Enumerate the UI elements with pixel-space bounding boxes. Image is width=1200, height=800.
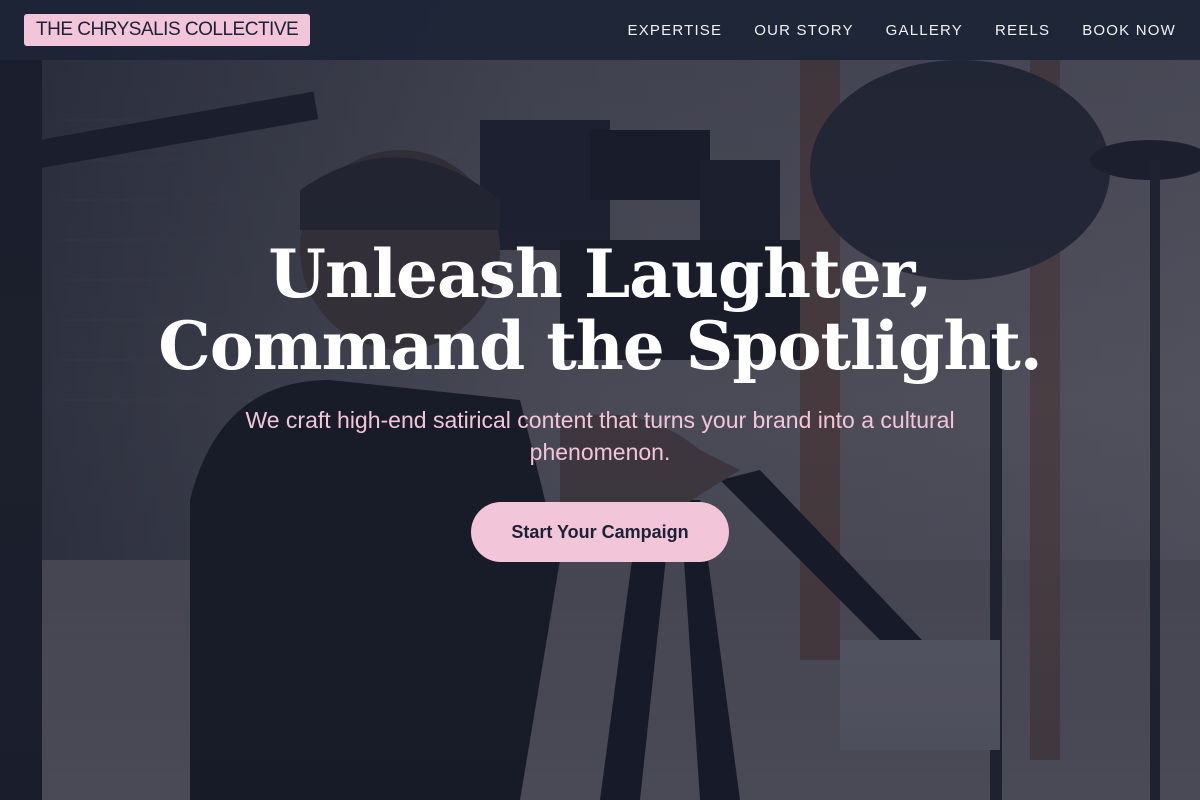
nav-link-reels[interactable]: REELS: [995, 22, 1050, 39]
hero-headline-line-1: Unleash Laughter,: [268, 235, 932, 313]
nav-link-our-story[interactable]: OUR STORY: [754, 22, 853, 39]
hero-content: Unleash Laughter, Command the Spotlight.…: [0, 238, 1200, 562]
nav-link-gallery[interactable]: GALLERY: [886, 22, 963, 39]
nav-link-expertise[interactable]: EXPERTISE: [628, 22, 723, 39]
hero-headline: Unleash Laughter, Command the Spotlight.: [0, 238, 1200, 382]
nav-link-book-now[interactable]: BOOK NOW: [1082, 22, 1176, 39]
nav-links: EXPERTISE OUR STORY GALLERY REELS BOOK N…: [628, 22, 1177, 39]
navbar: THE CHRYSALIS COLLECTIVE EXPERTISE OUR S…: [0, 0, 1200, 60]
brand-logo[interactable]: THE CHRYSALIS COLLECTIVE: [24, 14, 311, 46]
hero-headline-line-2: Command the Spotlight.: [158, 307, 1043, 385]
hero-subtext: We craft high-end satirical content that…: [245, 407, 955, 465]
start-campaign-button[interactable]: Start Your Campaign: [471, 502, 729, 562]
